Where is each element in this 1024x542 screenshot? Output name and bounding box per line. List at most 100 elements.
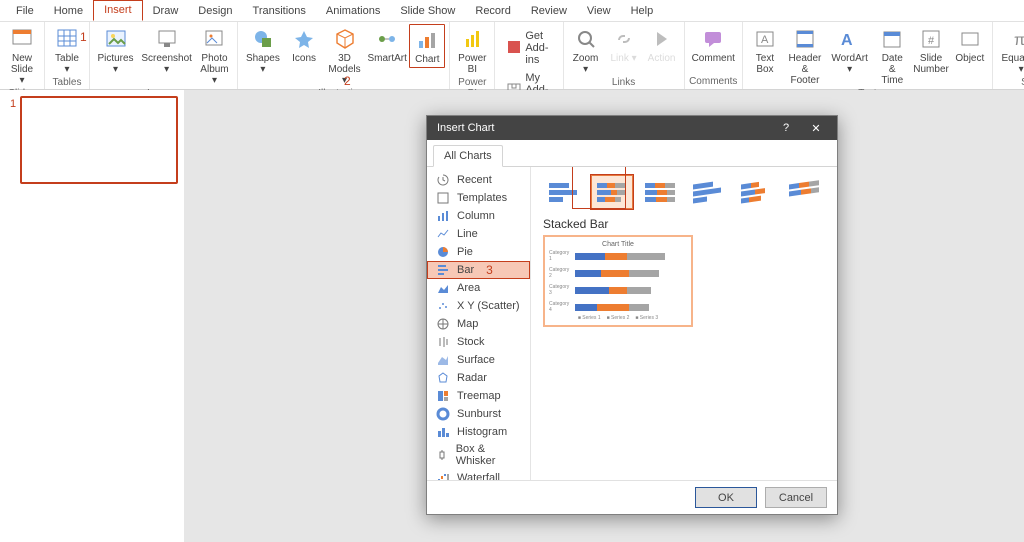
chart-category-sunburst[interactable]: Sunburst [427, 405, 530, 423]
chart-icon [414, 27, 440, 53]
slide-thumbnail-1[interactable]: 1 [20, 96, 178, 184]
bar-subtype-2[interactable] [639, 175, 681, 209]
bar-subtype-5[interactable] [783, 175, 825, 209]
annotation-3: 3 [486, 263, 493, 277]
zoom-icon [573, 26, 599, 52]
ribbon-group-images: Pictures ▾Screenshot ▾PhotoAlbum ▾Images [90, 22, 238, 89]
chart-category-area[interactable]: Area [427, 279, 530, 297]
menu-insert[interactable]: Insert [93, 0, 143, 21]
chart-category-column[interactable]: Column [427, 207, 530, 225]
object-icon [957, 26, 983, 52]
chart-category-histogram[interactable]: Histogram [427, 423, 530, 441]
bar-subtype-4[interactable] [735, 175, 777, 209]
power-bi-icon [459, 26, 485, 52]
ribbon-group-links: Zoom ▾Link ▾ActionLinks [564, 22, 685, 89]
ribbon-group-slides: NewSlide ▾Slides [0, 22, 45, 89]
menu-home[interactable]: Home [44, 2, 93, 21]
chart-category-waterfall[interactable]: Waterfall [427, 469, 530, 480]
pie-icon [435, 245, 451, 259]
text-box-button[interactable]: ATextBox [747, 24, 783, 77]
chart-button[interactable]: Chart [409, 24, 445, 68]
get-addins-icon [507, 40, 521, 56]
screenshot-button[interactable]: Screenshot ▾ [139, 24, 194, 77]
tab-all-charts[interactable]: All Charts [433, 145, 503, 167]
equation-icon: π [1008, 26, 1024, 52]
3d-models-button[interactable]: 3DModels ▾ [324, 24, 365, 88]
new-slide-button[interactable]: NewSlide ▾ [4, 24, 40, 88]
menu-design[interactable]: Design [188, 2, 242, 21]
menu-review[interactable]: Review [521, 2, 577, 21]
wordart-icon: A [837, 26, 863, 52]
ribbon-group-power-bi: PowerBIPower BI [450, 22, 495, 89]
date-time-button[interactable]: Date &Time [874, 24, 910, 88]
smartart-icon [374, 26, 400, 52]
ribbon-group-tables: Table ▾Tables [45, 22, 90, 89]
get-addins-button[interactable]: Get Add-ins [501, 28, 556, 68]
smartart-button[interactable]: SmartArt [367, 24, 407, 66]
menu-help[interactable]: Help [621, 2, 664, 21]
stock-icon [435, 335, 451, 349]
bar-subtype-1[interactable] [591, 175, 633, 209]
photo-album-button[interactable]: PhotoAlbum ▾ [196, 24, 232, 88]
text-box-icon: A [752, 26, 778, 52]
table-button[interactable]: Table ▾ [49, 24, 85, 77]
chart-preview[interactable]: Chart Title Category 1 Category 2 Catego… [543, 235, 693, 327]
pictures-icon [103, 26, 129, 52]
shapes-button[interactable]: Shapes ▾ [242, 24, 284, 77]
zoom-button[interactable]: Zoom ▾ [568, 24, 604, 77]
chart-category-xy-scatter[interactable]: X Y (Scatter) [427, 297, 530, 315]
object-button[interactable]: Object [952, 24, 988, 66]
ribbon-group-comments: CommentComments [685, 22, 743, 89]
bar-subtype-0[interactable] [543, 175, 585, 209]
screenshot-icon [154, 26, 180, 52]
chart-category-radar[interactable]: Radar [427, 369, 530, 387]
cancel-button[interactable]: Cancel [765, 487, 827, 508]
date-time-icon [879, 26, 905, 52]
close-button[interactable]: ✕ [801, 116, 831, 140]
preview-title: Chart Title [549, 241, 687, 248]
menu-view[interactable]: View [577, 2, 621, 21]
action-button: Action [644, 24, 680, 66]
wordart-button[interactable]: AWordArt ▾ [827, 24, 872, 77]
ribbon-group-add-ins: Get Add-insMy Add-ins ▾Add-ins [495, 22, 563, 89]
chart-category-box-whisker[interactable]: Box & Whisker [427, 441, 530, 469]
chart-category-bar[interactable]: Bar3 [427, 261, 530, 279]
chart-category-recent[interactable]: Recent [427, 171, 530, 189]
equation-button[interactable]: πEquation ▾ [997, 24, 1024, 77]
chart-category-surface[interactable]: Surface [427, 351, 530, 369]
ok-button[interactable]: OK [695, 487, 757, 508]
svg-text:#: # [928, 35, 935, 47]
chart-category-treemap[interactable]: Treemap [427, 387, 530, 405]
menu-animations[interactable]: Animations [316, 2, 390, 21]
column-icon [435, 209, 451, 223]
menu-transitions[interactable]: Transitions [243, 2, 316, 21]
chart-category-pie[interactable]: Pie [427, 243, 530, 261]
bar-subtype-3[interactable] [687, 175, 729, 209]
recent-icon [435, 173, 451, 187]
line-icon [435, 227, 451, 241]
group-label: Tables [53, 77, 82, 89]
svg-text:π: π [1014, 32, 1024, 49]
chart-category-line[interactable]: Line [427, 225, 530, 243]
menu-record[interactable]: Record [465, 2, 520, 21]
power-bi-button[interactable]: PowerBI [454, 24, 490, 77]
chart-category-map[interactable]: Map [427, 315, 530, 333]
menu-bar: FileHomeInsertDrawDesignTransitionsAnima… [0, 0, 1024, 22]
comment-button[interactable]: Comment [689, 24, 738, 66]
link-button: Link ▾ [606, 24, 642, 66]
menu-draw[interactable]: Draw [143, 2, 189, 21]
chart-category-stock[interactable]: Stock [427, 333, 530, 351]
chart-category-templates[interactable]: Templates [427, 189, 530, 207]
photo-album-icon [201, 26, 227, 52]
sunburst-icon [435, 407, 451, 421]
menu-file[interactable]: File [6, 2, 44, 21]
menu-slide-show[interactable]: Slide Show [390, 2, 465, 21]
icons-button[interactable]: Icons [286, 24, 322, 66]
map-icon [435, 317, 451, 331]
slide-number-button[interactable]: #SlideNumber [912, 24, 950, 77]
pictures-button[interactable]: Pictures ▾ [94, 24, 137, 77]
radar-icon [435, 371, 451, 385]
help-button[interactable]: ? [771, 116, 801, 140]
bar-icon [435, 263, 451, 277]
header-footer-button[interactable]: Header& Footer [785, 24, 825, 88]
